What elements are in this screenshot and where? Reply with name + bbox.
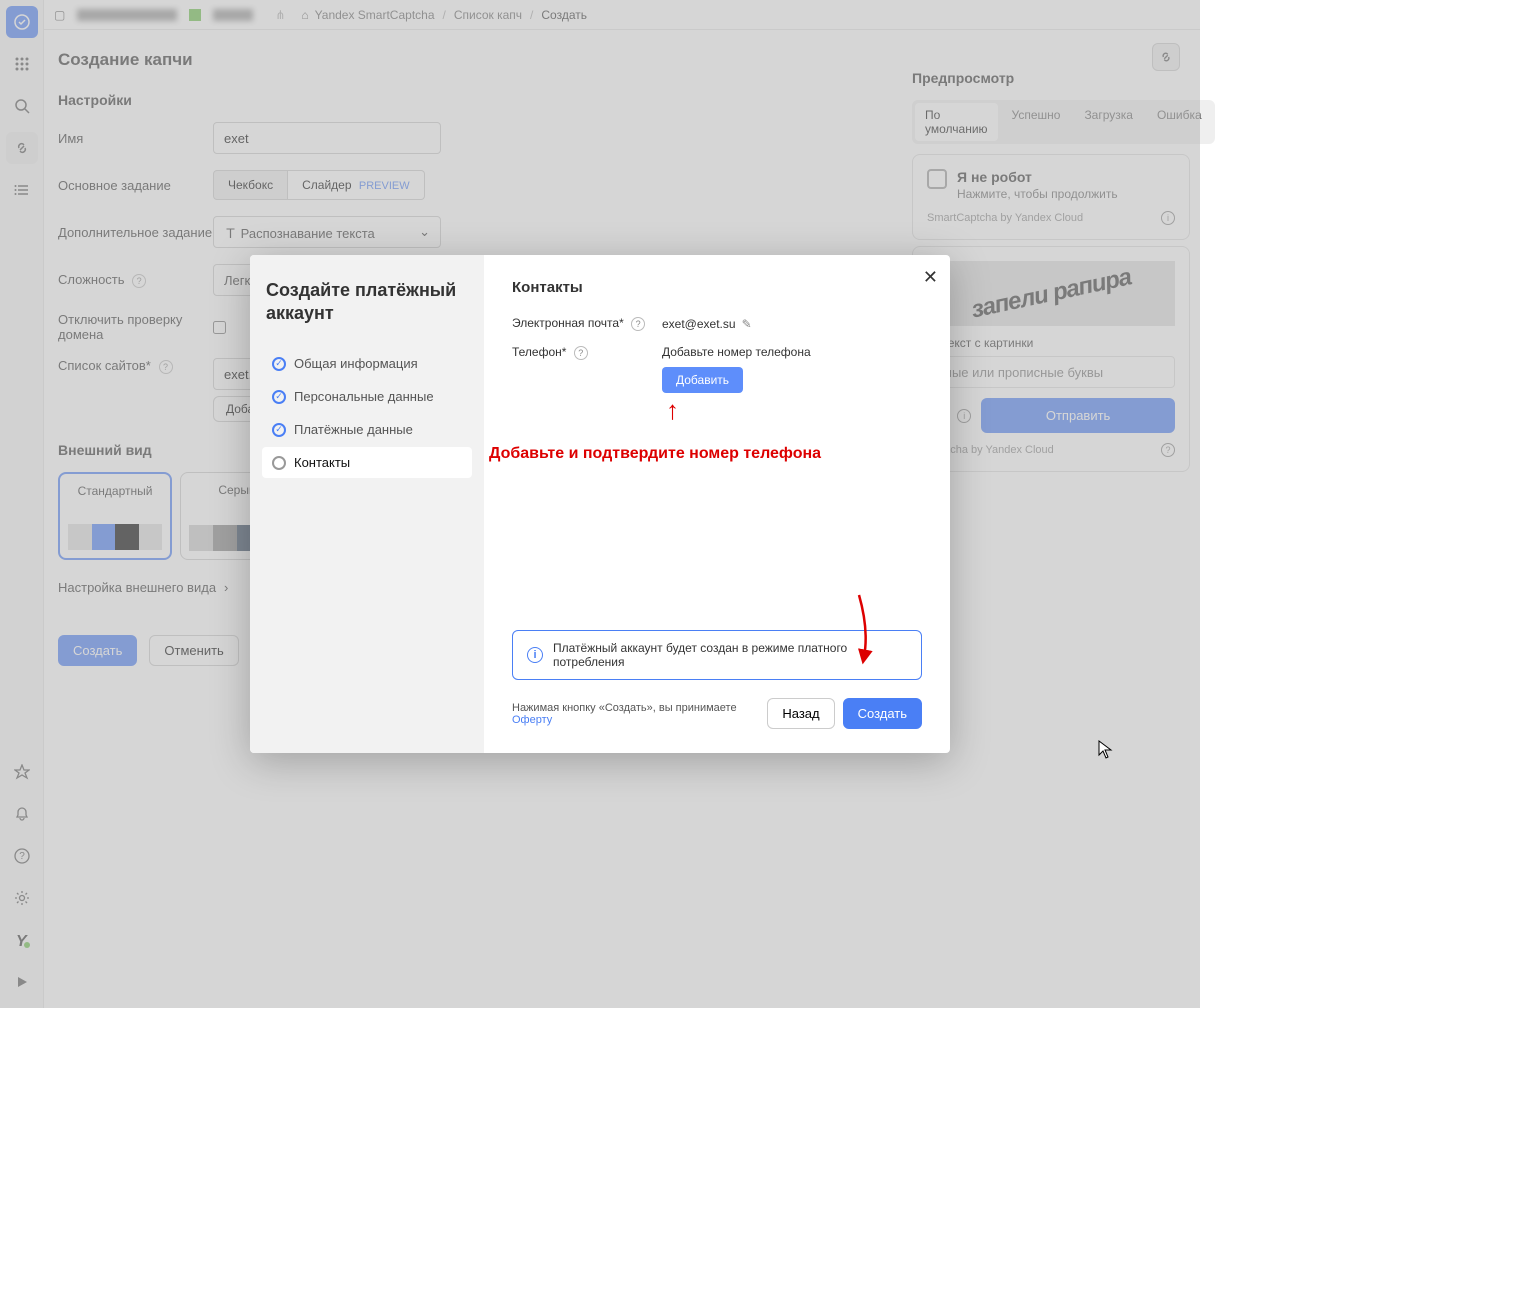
offer-text: Нажимая кнопку «Создать», вы принимаете … (512, 702, 759, 726)
email-label: Электронная почта* ? (512, 316, 662, 331)
back-button[interactable]: Назад (767, 698, 834, 729)
add-phone-button[interactable]: Добавить (662, 367, 743, 393)
step-payment[interactable]: Платёжные данные (262, 414, 472, 445)
offer-link[interactable]: Оферту (512, 714, 552, 726)
cursor-icon (1098, 740, 1114, 760)
billing-modal: Создайте платёжный аккаунт Общая информа… (250, 255, 950, 753)
close-icon[interactable]: ✕ (923, 267, 938, 288)
step-personal[interactable]: Персональные данные (262, 381, 472, 412)
step-general[interactable]: Общая информация (262, 348, 472, 379)
modal-content-heading: Контакты (512, 279, 922, 296)
annotation-arrow-up: ↑ (666, 395, 679, 426)
edit-icon[interactable]: ✎ (742, 317, 752, 331)
info-icon: i (527, 647, 543, 663)
step-contacts[interactable]: Контакты (262, 447, 472, 478)
phone-hint: Добавьте номер телефона (662, 345, 922, 359)
modal-content: ✕ Контакты Электронная почта* ? exet@exe… (484, 255, 950, 753)
email-value: exet@exet.su✎ (662, 317, 922, 331)
modal-create-button[interactable]: Создать (843, 698, 922, 729)
phone-label: Телефон* ? (512, 345, 662, 360)
modal-title: Создайте платёжный аккаунт (262, 279, 472, 324)
modal-sidebar: Создайте платёжный аккаунт Общая информа… (250, 255, 484, 753)
annotation-text: Добавьте и подтвердите номер телефона (489, 445, 821, 463)
annotation-arrow-down (849, 595, 879, 665)
